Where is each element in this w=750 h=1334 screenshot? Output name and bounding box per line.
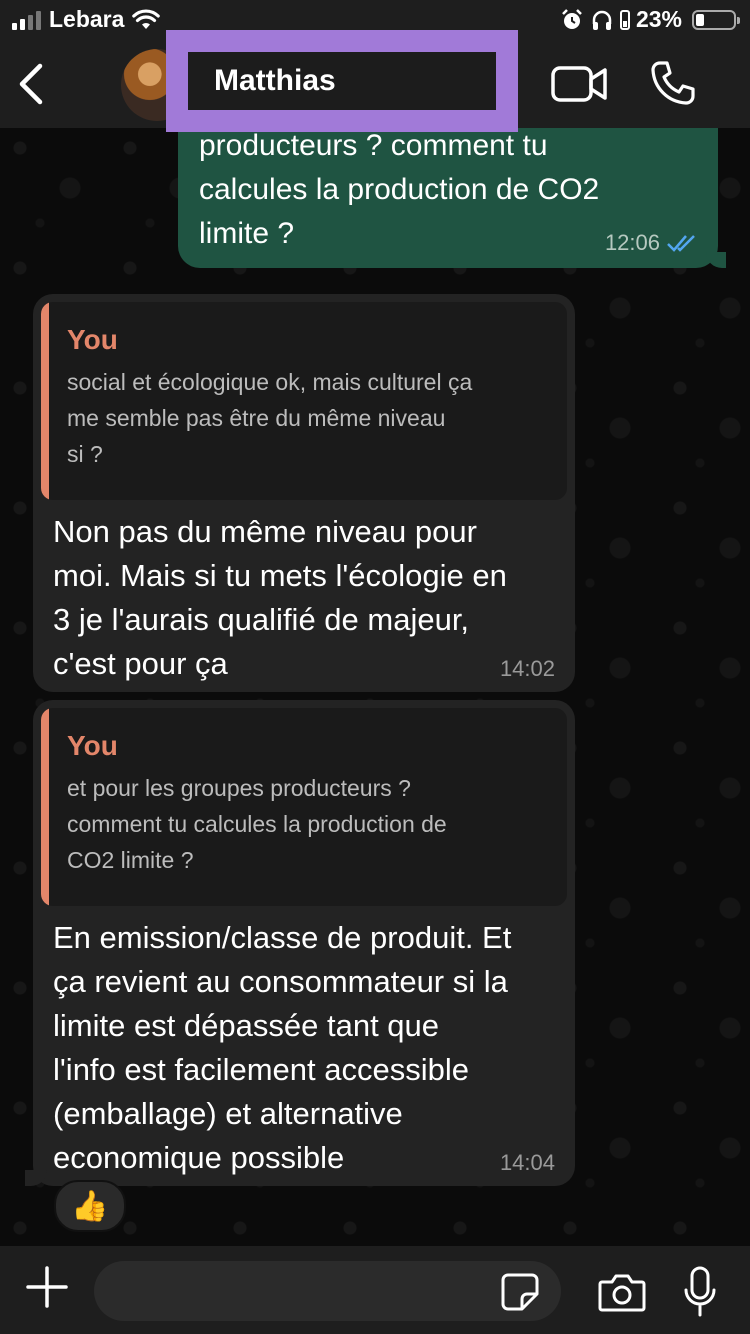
battery-icon — [692, 9, 740, 30]
quote-author: You — [67, 730, 118, 761]
carrier-name: Lebara — [49, 6, 125, 32]
incoming-message[interactable]: You social et écologique ok, mais cultur… — [33, 294, 575, 692]
quoted-reply[interactable]: You social et écologique ok, mais cultur… — [41, 302, 567, 500]
cellular-signal-icon — [12, 10, 41, 30]
incoming-message[interactable]: You et pour les groupes producteurs ? co… — [25, 700, 575, 1186]
outgoing-message-time: 12:06 — [604, 230, 660, 255]
bubble-tail — [25, 1170, 47, 1186]
message-input-bar — [0, 1246, 750, 1334]
quote-text: social et écologique ok, mais culturel ç… — [67, 369, 473, 467]
alarm-icon — [562, 8, 582, 29]
video-call-icon[interactable] — [551, 64, 607, 104]
message-text: Non pas du même niveau pour moi. Mais si… — [53, 514, 507, 681]
quote-author: You — [67, 324, 118, 355]
message-time: 14:02 — [499, 656, 555, 681]
battery-percentage: 23% — [635, 6, 682, 32]
chat-header: Matthias — [0, 30, 750, 132]
plus-icon[interactable] — [26, 1266, 68, 1308]
read-receipt-icon — [667, 235, 695, 252]
thumbs-up-reaction[interactable]: 👍 — [54, 1180, 126, 1232]
microphone-icon[interactable] — [683, 1266, 717, 1318]
battery-status-icon — [619, 9, 630, 30]
message-input[interactable] — [94, 1261, 561, 1321]
wifi-icon — [132, 8, 161, 29]
headphones-icon — [592, 10, 612, 30]
phone-call-icon[interactable] — [650, 60, 696, 106]
message-text: En emission/classe de produit. Et ça rev… — [53, 920, 512, 1175]
quoted-reply[interactable]: You et pour les groupes producteurs ? co… — [41, 708, 567, 906]
message-time: 14:04 — [499, 1150, 555, 1175]
contact-name[interactable]: Matthias — [188, 52, 496, 110]
sticker-icon[interactable] — [500, 1272, 540, 1312]
back-icon[interactable] — [14, 62, 54, 106]
camera-icon[interactable] — [598, 1272, 646, 1312]
quote-text: et pour les groupes producteurs ? commen… — [67, 775, 447, 873]
